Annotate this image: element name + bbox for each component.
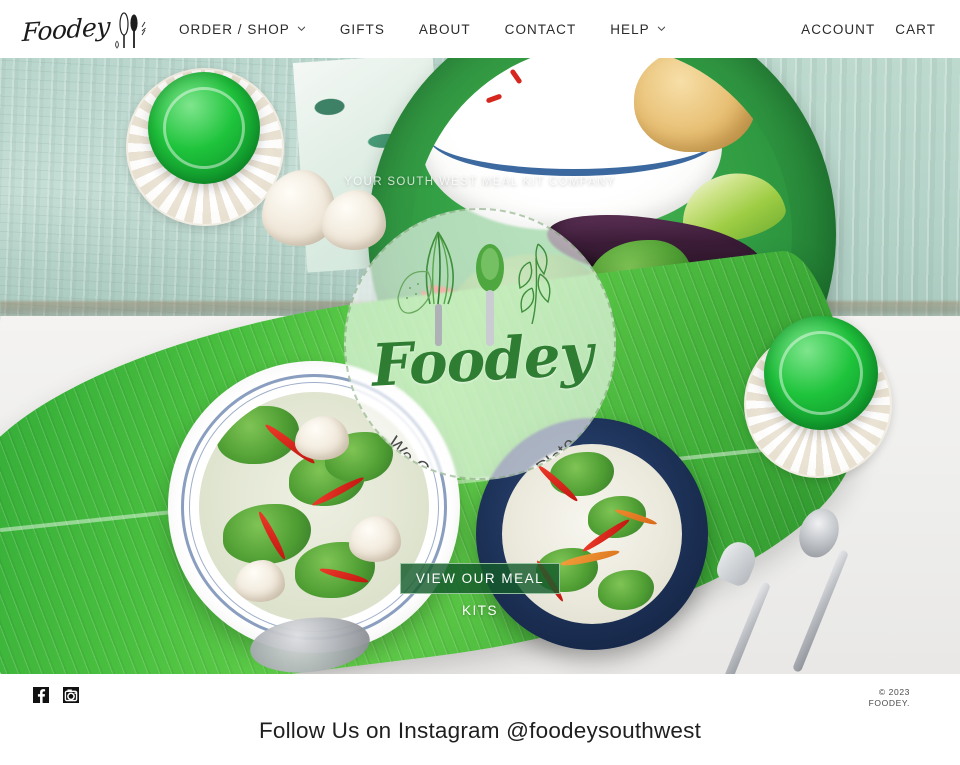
- copyright-brand: FOODEY.: [868, 698, 910, 709]
- site-header: Foodey ORDER / SHOP GIFTS ABOUT CONTACT …: [0, 0, 960, 58]
- nav-item-help[interactable]: HELP: [593, 22, 682, 37]
- chevron-down-icon: [657, 24, 666, 33]
- logo-wordmark: Foodey: [21, 11, 111, 47]
- nav-label: GIFTS: [339, 21, 385, 37]
- hero-section: YOUR SOUTH WEST MEAL KIT COMPANY Foodey …: [0, 58, 960, 674]
- nav-label: HELP: [610, 21, 650, 37]
- chevron-down-icon: [297, 24, 306, 33]
- view-meal-kits-button[interactable]: VIEW OUR MEAL: [400, 563, 560, 594]
- nav-item-about[interactable]: ABOUT: [402, 22, 488, 37]
- main-navigation: ORDER / SHOP GIFTS ABOUT CONTACT HELP: [162, 22, 683, 37]
- hero-tagline: YOUR SOUTH WEST MEAL KIT COMPANY: [344, 176, 616, 188]
- herb-sprig-icon: [518, 243, 551, 325]
- nav-item-gifts[interactable]: GIFTS: [323, 22, 402, 37]
- cart-link[interactable]: CART: [891, 22, 940, 37]
- social-links: [33, 687, 79, 703]
- instagram-icon[interactable]: [63, 687, 79, 703]
- instagram-heading: Follow Us on Instagram @foodeysouthwest: [258, 718, 702, 743]
- hero-cta-group: VIEW OUR MEAL KITS: [0, 563, 960, 618]
- account-link[interactable]: ACCOUNT: [797, 22, 879, 37]
- arc-text-path: We Create — You Plate: [383, 433, 581, 474]
- nav-item-contact[interactable]: CONTACT: [488, 22, 594, 37]
- site-logo[interactable]: Foodey: [21, 5, 146, 53]
- copyright-block: © 2023 FOODEY.: [869, 687, 910, 710]
- nav-label: ABOUT: [418, 21, 471, 37]
- header-utility-nav: ACCOUNT CART: [797, 0, 940, 58]
- nav-item-order-shop[interactable]: ORDER / SHOP: [162, 22, 323, 37]
- copyright-year: © 2023: [878, 687, 910, 697]
- hero-overlay: YOUR SOUTH WEST MEAL KIT COMPANY Foodey …: [0, 58, 960, 674]
- cta-label-line1: VIEW OUR MEAL: [415, 571, 545, 586]
- site-footer: © 2023 FOODEY. Follow Us on Instagram @f…: [0, 674, 960, 765]
- hero-logo-badge: Foodey We Create — You Plate: [344, 208, 616, 480]
- nav-label: CONTACT: [504, 21, 577, 37]
- cta-label-line2: KITS: [461, 603, 498, 618]
- nav-label: ORDER / SHOP: [179, 21, 290, 37]
- badge-arc-text: We Create — You Plate: [346, 388, 614, 474]
- facebook-icon[interactable]: [33, 687, 49, 703]
- utensils-icon: [113, 9, 146, 49]
- svg-text:We Create — You Plate: We Create — You Plate: [383, 433, 582, 474]
- page-root: Foodey ORDER / SHOP GIFTS ABOUT CONTACT …: [0, 0, 960, 765]
